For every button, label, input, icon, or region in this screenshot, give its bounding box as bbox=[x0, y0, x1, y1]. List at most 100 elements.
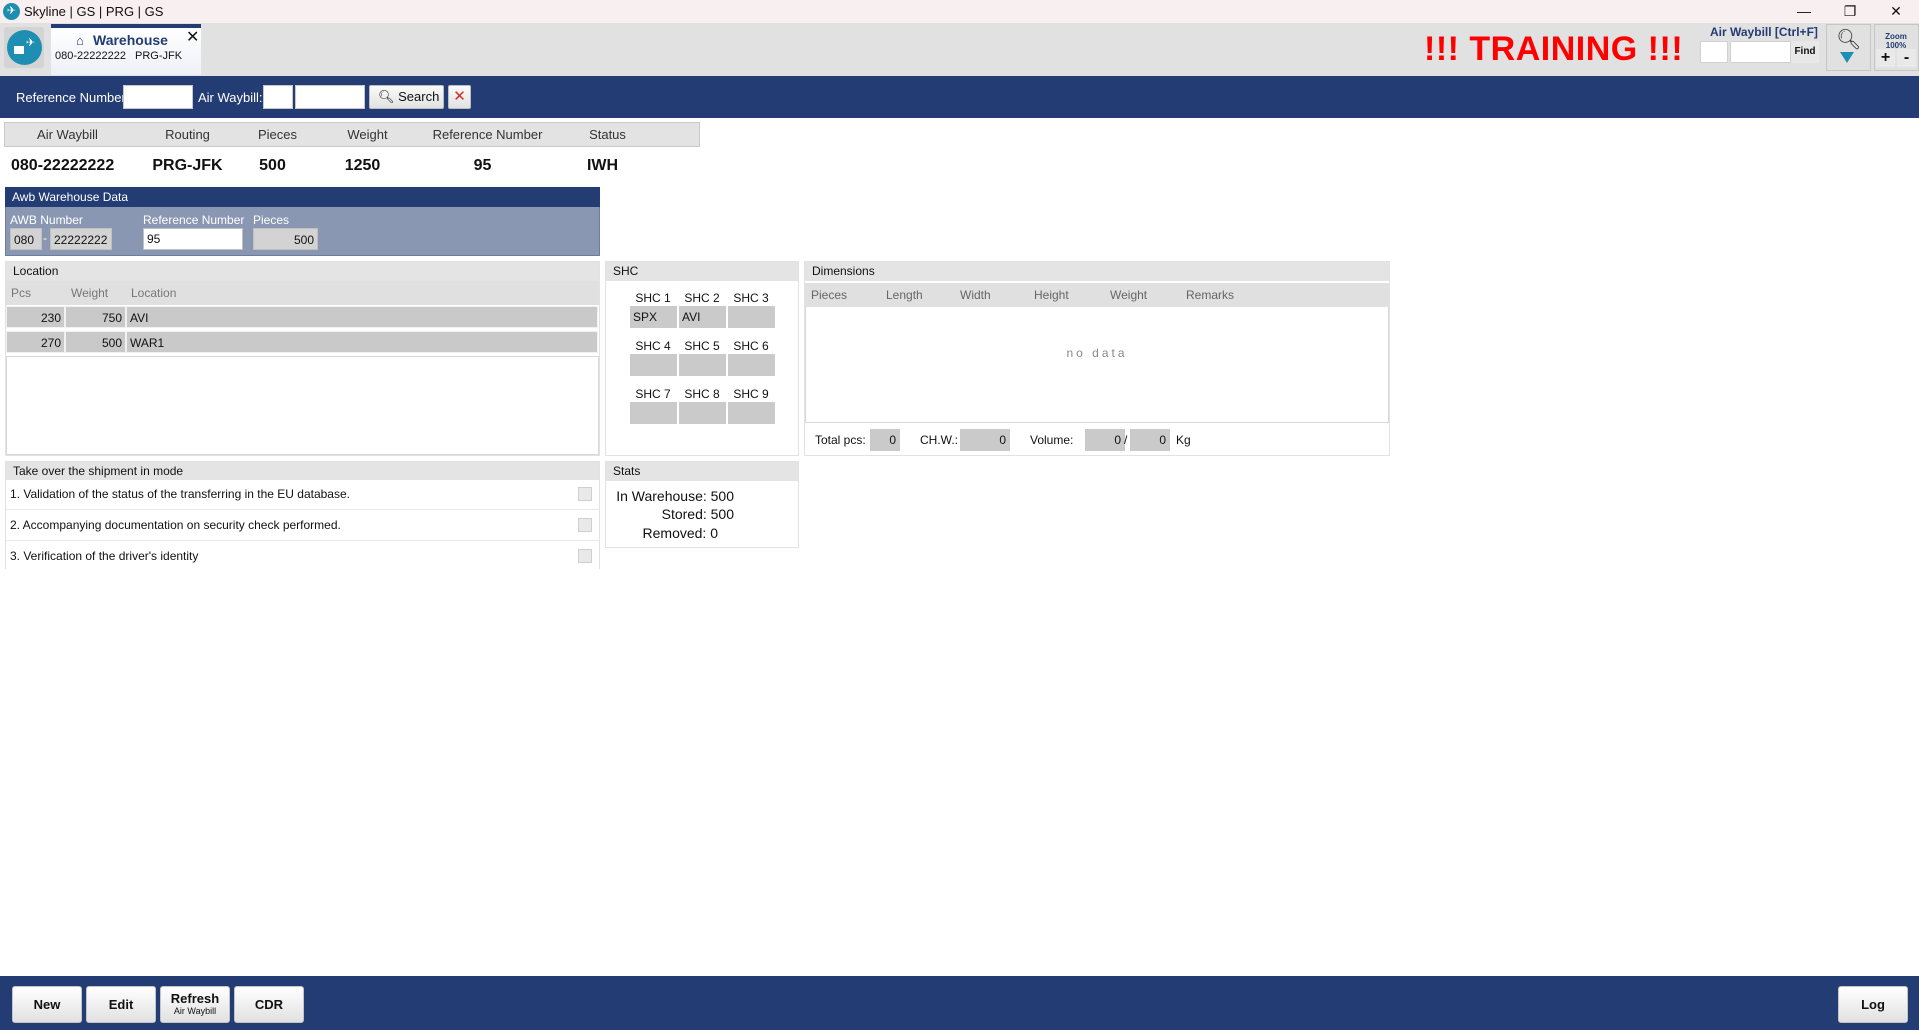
shc-6-label: SHC 6 bbox=[733, 339, 769, 353]
volume-value-b: 0 bbox=[1130, 429, 1170, 451]
refresh-air-waybill-button[interactable]: Refresh Air Waybill bbox=[160, 986, 230, 1023]
shc-5-field[interactable] bbox=[679, 354, 726, 376]
maximize-button[interactable]: ❐ bbox=[1827, 0, 1873, 23]
stats-title: Stats bbox=[606, 462, 798, 481]
take-over-item-text: 2. Accompanying documentation on securit… bbox=[10, 518, 341, 532]
take-over-item-checkbox[interactable] bbox=[578, 518, 592, 532]
location-row-pcs: 230 bbox=[6, 306, 65, 328]
shc-8-field[interactable] bbox=[679, 402, 726, 424]
location-title: Location bbox=[6, 262, 599, 281]
location-col-pcs: Pcs bbox=[11, 286, 32, 300]
stats-in-warehouse: In Warehouse: 500 bbox=[616, 488, 734, 504]
quick-find-number-input[interactable] bbox=[1730, 41, 1791, 63]
take-over-item: 3. Verification of the driver's identity bbox=[6, 542, 599, 572]
quick-find-prefix-input[interactable] bbox=[1700, 41, 1728, 63]
dimensions-col-pieces: Pieces bbox=[811, 288, 848, 302]
dimensions-col-length: Length bbox=[886, 288, 923, 302]
warehouse-icon: ⌂ bbox=[76, 33, 84, 48]
find-button[interactable]: Find bbox=[1791, 41, 1819, 63]
awb-number-label: AWB Number bbox=[10, 213, 83, 227]
zoom-out-button[interactable]: - bbox=[1897, 49, 1916, 67]
dropdown-triangle-icon[interactable] bbox=[1840, 52, 1854, 63]
shc-9-field[interactable] bbox=[728, 402, 775, 424]
location-row-location: WAR1 bbox=[126, 331, 598, 353]
pieces-field-label: Pieces bbox=[253, 213, 290, 227]
summary-header-status: Status bbox=[589, 127, 626, 142]
summary-header-awb: Air Waybill bbox=[37, 127, 98, 142]
zoom-label: Zoom 100% bbox=[1876, 32, 1916, 50]
search-button[interactable]: 🔍︎ Search bbox=[369, 85, 444, 109]
shc-3-field[interactable] bbox=[728, 306, 775, 328]
stats-removed: Removed: 0 bbox=[642, 525, 718, 541]
awb-number-input[interactable] bbox=[295, 85, 365, 109]
tab-close-icon[interactable]: ✕ bbox=[186, 27, 199, 47]
summary-header-weight: Weight bbox=[347, 127, 388, 142]
summary-value-weight: 1250 bbox=[344, 157, 381, 174]
shc-9-label: SHC 9 bbox=[733, 387, 769, 401]
dimensions-col-height: Height bbox=[1034, 288, 1069, 302]
shc-1-label: SHC 1 bbox=[635, 291, 671, 305]
take-over-item-checkbox[interactable] bbox=[578, 487, 592, 501]
minimize-button[interactable]: — bbox=[1781, 0, 1827, 23]
plane-icon: ✈ bbox=[26, 37, 36, 49]
summary-header-routing: Routing bbox=[165, 127, 210, 142]
air-waybill-label: Air Waybill: bbox=[198, 90, 263, 105]
app-logo-icon bbox=[7, 30, 42, 65]
dimensions-title: Dimensions bbox=[805, 262, 1389, 281]
awb-prefix-input[interactable] bbox=[263, 85, 293, 109]
cdr-button[interactable]: CDR bbox=[234, 986, 304, 1023]
search-icon: 🔍︎ bbox=[1836, 29, 1862, 51]
shc-title: SHC bbox=[606, 262, 798, 281]
close-window-button[interactable]: ✕ bbox=[1873, 0, 1919, 23]
take-over-item-text: 1. Validation of the status of the trans… bbox=[10, 487, 350, 501]
tab-awb: 080-22222222 bbox=[55, 50, 126, 62]
location-table-empty-area bbox=[6, 356, 599, 455]
dimensions-empty-text: no data bbox=[1066, 346, 1128, 360]
shc-7-field[interactable] bbox=[630, 402, 677, 424]
location-row-pcs: 270 bbox=[6, 331, 65, 353]
dimensions-table-body bbox=[805, 307, 1389, 423]
awb-number-field: 22222222 bbox=[50, 228, 112, 250]
awb-separator: - bbox=[43, 231, 47, 245]
location-col-weight: Weight bbox=[71, 286, 109, 300]
summary-value-routing: PRG-JFK bbox=[152, 157, 223, 174]
reference-number-field-label: Reference Number bbox=[143, 213, 245, 227]
package-icon bbox=[14, 46, 24, 54]
volume-unit: Kg bbox=[1176, 433, 1191, 447]
new-button[interactable]: New bbox=[12, 986, 82, 1023]
summary-value-awb: 080-22222222 bbox=[11, 157, 115, 174]
chw-value: 0 bbox=[960, 429, 1010, 451]
take-over-item: 2. Accompanying documentation on securit… bbox=[6, 511, 599, 541]
take-over-item-text: 3. Verification of the driver's identity bbox=[10, 549, 199, 563]
edit-button[interactable]: Edit bbox=[86, 986, 156, 1023]
dimensions-col-remarks: Remarks bbox=[1186, 288, 1235, 302]
zoom-in-button[interactable]: + bbox=[1876, 49, 1895, 67]
training-banner: !!! TRAINING !!! bbox=[1424, 30, 1684, 68]
shc-1-field[interactable]: SPX bbox=[630, 306, 677, 328]
reference-number-field[interactable] bbox=[143, 228, 243, 250]
reference-number-input[interactable] bbox=[123, 85, 193, 109]
volume-separator: / bbox=[1124, 433, 1128, 447]
location-row-weight: 500 bbox=[65, 331, 126, 353]
shc-2-label: SHC 2 bbox=[684, 291, 720, 305]
shc-3-label: SHC 3 bbox=[733, 291, 769, 305]
take-over-item-checkbox[interactable] bbox=[578, 549, 592, 563]
stats-stored: Stored: 500 bbox=[661, 506, 734, 522]
volume-label: Volume: bbox=[1030, 433, 1074, 447]
app-icon: ✈ bbox=[3, 3, 20, 20]
shc-4-field[interactable] bbox=[630, 354, 677, 376]
window-title-bar bbox=[0, 0, 1919, 23]
log-button[interactable]: Log bbox=[1838, 986, 1908, 1023]
dimensions-col-width: Width bbox=[960, 288, 991, 302]
window-title: Skyline | GS | PRG | GS bbox=[24, 4, 164, 19]
shc-2-field[interactable]: AVI bbox=[679, 306, 726, 328]
total-pcs-label: Total pcs: bbox=[815, 433, 866, 447]
awb-prefix-field: 080 bbox=[10, 228, 42, 250]
summary-header-reference: Reference Number bbox=[432, 127, 543, 142]
refresh-button-label: Refresh bbox=[170, 991, 220, 1006]
summary-value-status: IWH bbox=[586, 157, 619, 174]
clear-search-button[interactable]: ✕ bbox=[448, 85, 471, 109]
shc-6-field[interactable] bbox=[728, 354, 775, 376]
chw-label: CH.W.: bbox=[920, 433, 958, 447]
summary-value-reference: 95 bbox=[473, 157, 492, 174]
